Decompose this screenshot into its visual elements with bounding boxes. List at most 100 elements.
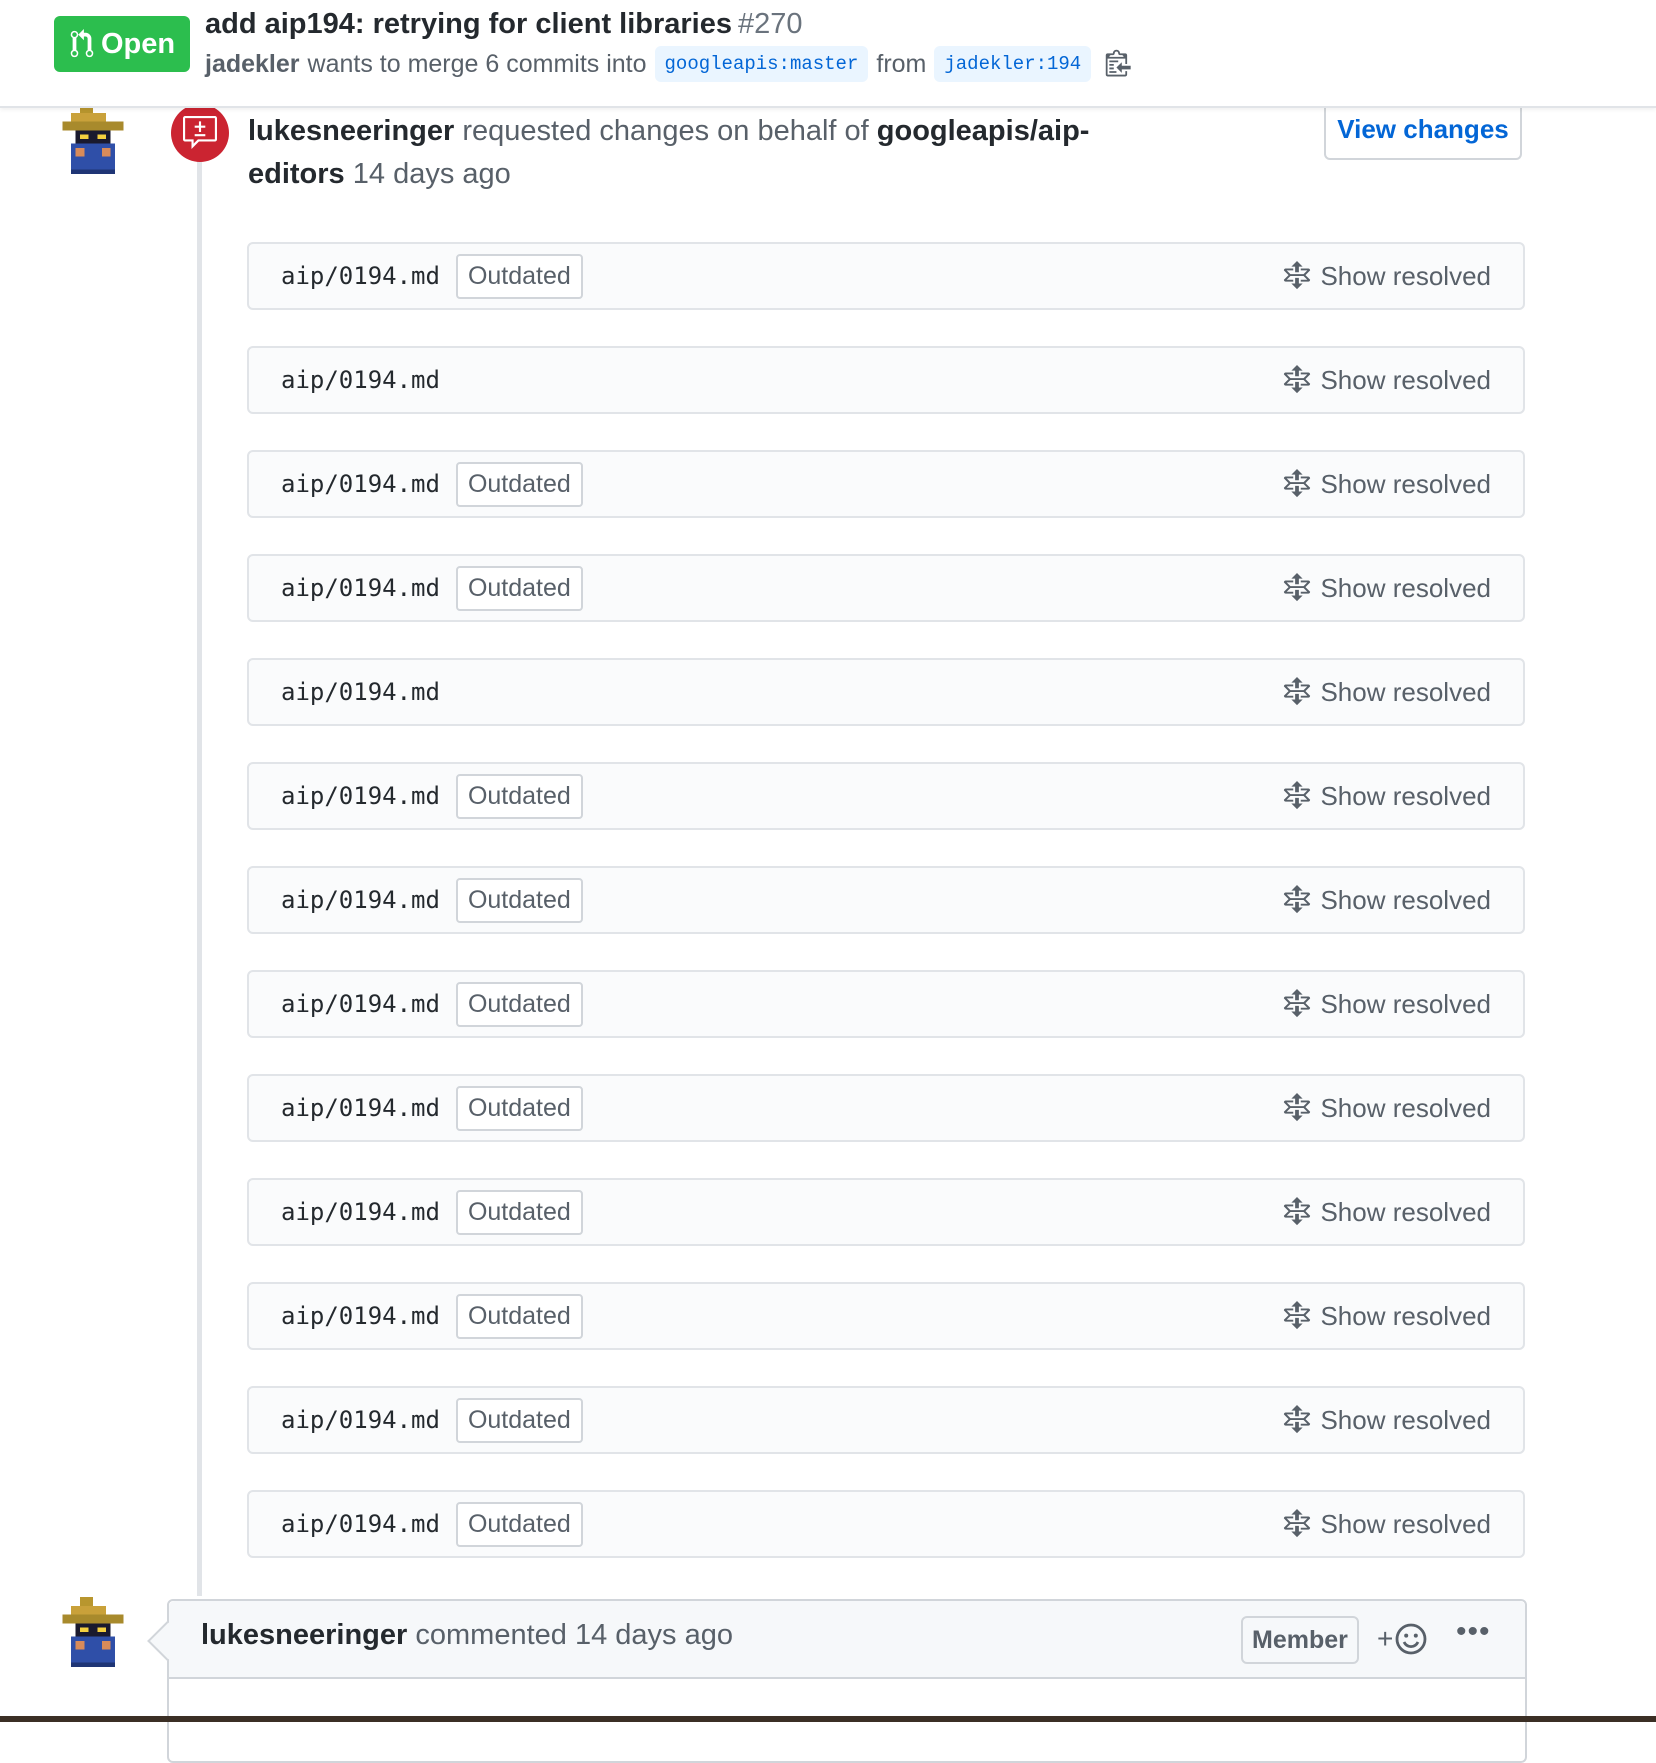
thread-file-path[interactable]: aip/0194.md [281,886,440,914]
outdated-label: Outdated [455,1189,583,1235]
unfold-icon [1284,781,1311,810]
add-reaction-button[interactable]: + [1377,1617,1427,1661]
review-thread[interactable]: aip/0194.md Outdated Show resolved [247,970,1525,1038]
review-thread[interactable]: aip/0194.md Outdated Show resolved [247,450,1525,518]
show-resolved-label: Show resolved [1320,468,1491,499]
show-resolved-label: Show resolved [1320,1404,1491,1435]
unfold-icon [1284,261,1311,290]
comment-author[interactable]: lukesneeringer [201,1619,407,1651]
show-resolved-button[interactable]: Show resolved [1282,244,1491,308]
thread-file-path[interactable]: aip/0194.md [281,990,440,1018]
show-resolved-button[interactable]: Show resolved [1282,1076,1491,1140]
review-header: lukesneeringer requested changes on beha… [248,110,1128,196]
review-thread[interactable]: aip/0194.md Outdated Show resolved [247,554,1525,622]
thread-file-path[interactable]: aip/0194.md [281,574,440,602]
show-resolved-button[interactable]: Show resolved [1282,660,1491,724]
unfold-icon [1284,989,1311,1018]
show-resolved-label: Show resolved [1320,1196,1491,1227]
thread-file-path[interactable]: aip/0194.md [281,1510,440,1538]
show-resolved-button[interactable]: Show resolved [1282,868,1491,932]
pr-meta: jadekler wants to merge 6 commits into g… [205,46,1135,82]
thread-file-path[interactable]: aip/0194.md [281,1094,440,1122]
kebab-horizontal-icon[interactable]: ••• [1456,1615,1491,1649]
show-resolved-label: Show resolved [1320,572,1491,603]
pr-title: add aip194: retrying for client librarie… [205,8,803,41]
review-thread[interactable]: aip/0194.md Outdated Show resolved [247,1490,1525,1558]
thread-file-path[interactable]: aip/0194.md [281,1302,440,1330]
show-resolved-label: Show resolved [1320,988,1491,1019]
unfold-icon [1284,677,1311,706]
review-thread[interactable]: aip/0194.md Show resolved [247,658,1525,726]
outdated-label: Outdated [455,773,583,819]
thread-file-path[interactable]: aip/0194.md [281,1406,440,1434]
unfold-icon [1284,1197,1311,1226]
reaction-plus: + [1377,1623,1394,1654]
outdated-label: Outdated [455,877,583,923]
unfold-icon [1284,365,1311,394]
unfold-icon [1284,469,1311,498]
show-resolved-button[interactable]: Show resolved [1282,452,1491,516]
unfold-icon [1284,1405,1311,1434]
pr-sticky-header: Open add aip194: retrying for client lib… [0,0,1656,108]
outdated-label: Outdated [455,981,583,1027]
thread-file-path[interactable]: aip/0194.md [281,678,440,706]
comment-title: lukesneeringer commented 14 days ago [201,1619,733,1652]
reviewer-avatar[interactable] [58,104,128,174]
thread-file-path[interactable]: aip/0194.md [281,366,440,394]
review-thread[interactable]: aip/0194.md Outdated Show resolved [247,1074,1525,1142]
review-thread[interactable]: aip/0194.md Outdated Show resolved [247,866,1525,934]
comment-header: lukesneeringer commented 14 days ago Mem… [169,1601,1525,1679]
commenter-avatar[interactable] [58,1597,128,1667]
head-branch[interactable]: jadekler:194 [934,46,1092,82]
request-changes-icon [183,116,217,149]
base-branch[interactable]: googleapis:master [654,46,869,82]
show-resolved-button[interactable]: Show resolved [1282,1388,1491,1452]
pr-merge-text: wants to merge 6 commits into [307,49,647,78]
review-thread[interactable]: aip/0194.md Outdated Show resolved [247,1282,1525,1350]
review-time[interactable]: 14 days ago [353,158,511,190]
view-changes-button[interactable]: View changes [1324,100,1522,160]
show-resolved-button[interactable]: Show resolved [1282,1284,1491,1348]
show-resolved-label: Show resolved [1320,1300,1491,1331]
review-thread[interactable]: aip/0194.md Outdated Show resolved [247,1178,1525,1246]
unfold-icon [1284,1093,1311,1122]
review-thread[interactable]: aip/0194.md Outdated Show resolved [247,242,1525,310]
reviewer-name[interactable]: lukesneeringer [248,115,454,147]
desktop-bottom-edge [0,1716,1656,1722]
comment-action: commented [415,1619,567,1651]
outdated-label: Outdated [455,1293,583,1339]
outdated-label: Outdated [455,253,583,299]
thread-file-path[interactable]: aip/0194.md [281,262,440,290]
show-resolved-button[interactable]: Show resolved [1282,348,1491,412]
pr-state-label: Open [100,27,176,60]
clipboard-copy-icon[interactable] [1105,48,1135,80]
show-resolved-button[interactable]: Show resolved [1282,1492,1491,1556]
unfold-icon [1284,1509,1311,1538]
thread-file-path[interactable]: aip/0194.md [281,1198,440,1226]
outdated-label: Outdated [455,1085,583,1131]
show-resolved-label: Show resolved [1320,1508,1491,1539]
outdated-label: Outdated [455,565,583,611]
pr-from-text: from [876,49,927,78]
member-label: Member [1241,1616,1359,1664]
review-thread[interactable]: aip/0194.md Show resolved [247,346,1525,414]
show-resolved-button[interactable]: Show resolved [1282,764,1491,828]
show-resolved-label: Show resolved [1320,676,1491,707]
thread-file-path[interactable]: aip/0194.md [281,782,440,810]
show-resolved-button[interactable]: Show resolved [1282,1180,1491,1244]
review-thread[interactable]: aip/0194.md Outdated Show resolved [247,1386,1525,1454]
pr-title-text: add aip194: retrying for client librarie… [205,8,732,40]
unfold-icon [1284,1301,1311,1330]
review-thread[interactable]: aip/0194.md Outdated Show resolved [247,762,1525,830]
show-resolved-label: Show resolved [1320,364,1491,395]
unfold-icon [1284,573,1311,602]
show-resolved-label: Show resolved [1320,1092,1491,1123]
show-resolved-label: Show resolved [1320,884,1491,915]
thread-file-path[interactable]: aip/0194.md [281,470,440,498]
outdated-label: Outdated [455,1397,583,1443]
show-resolved-button[interactable]: Show resolved [1282,556,1491,620]
comment-time[interactable]: 14 days ago [575,1619,733,1651]
show-resolved-button[interactable]: Show resolved [1282,972,1491,1036]
pr-author-link[interactable]: jadekler [205,50,300,79]
timeline-line [197,160,202,1596]
